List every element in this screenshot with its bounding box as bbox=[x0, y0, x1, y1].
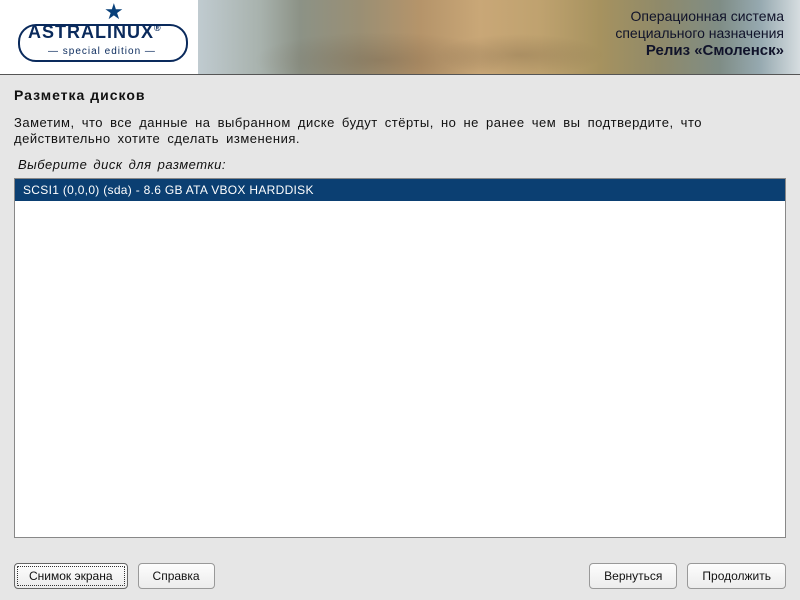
screenshot-button[interactable]: Снимок экрана bbox=[14, 563, 128, 589]
banner-title-block: Операционная система специального назнач… bbox=[615, 8, 784, 59]
logo-text: ASTRALINUX® bbox=[28, 22, 162, 43]
back-button[interactable]: Вернуться bbox=[589, 563, 677, 589]
star-icon: ★ bbox=[104, 1, 124, 23]
banner-line2: специального назначения bbox=[615, 25, 784, 42]
continue-button[interactable]: Продолжить bbox=[687, 563, 786, 589]
banner-line1: Операционная система bbox=[615, 8, 784, 25]
disk-listbox[interactable]: SCSI1 (0,0,0) (sda) - 8.6 GB ATA VBOX HA… bbox=[14, 178, 786, 538]
disk-list-item[interactable]: SCSI1 (0,0,0) (sda) - 8.6 GB ATA VBOX HA… bbox=[15, 179, 785, 201]
page-title: Разметка дисков bbox=[14, 87, 786, 103]
banner-line3: Релиз «Смоленск» bbox=[615, 42, 784, 59]
main-content: Разметка дисков Заметим, что все данные … bbox=[0, 75, 800, 552]
page-description: Заметим, что все данные на выбранном дис… bbox=[14, 115, 786, 147]
help-button[interactable]: Справка bbox=[138, 563, 215, 589]
logo: ★ ASTRALINUX® — special edition — bbox=[14, 2, 194, 67]
select-disk-prompt: Выберите диск для разметки: bbox=[18, 157, 786, 172]
logo-subtitle: — special edition — bbox=[48, 46, 156, 57]
header-banner: ★ ASTRALINUX® — special edition — Операц… bbox=[0, 0, 800, 75]
button-bar: Снимок экрана Справка Вернуться Продолжи… bbox=[0, 552, 800, 600]
